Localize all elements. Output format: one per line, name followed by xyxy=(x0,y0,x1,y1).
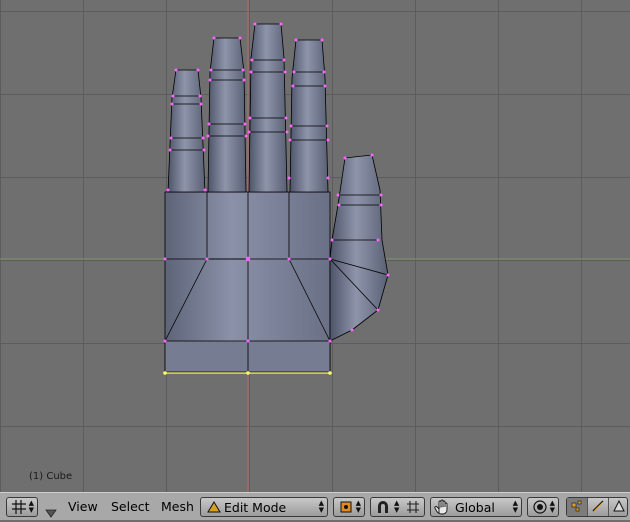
target-circle-icon xyxy=(532,499,548,518)
orientation-value: Global xyxy=(455,500,495,515)
mode-value: Edit Mode xyxy=(224,500,287,515)
updown-arrows-icon: ▲ ▼ xyxy=(512,499,518,514)
menu-view[interactable]: View xyxy=(65,498,101,516)
edit-mode-triangle-icon xyxy=(207,500,221,517)
triangle-down-icon[interactable] xyxy=(45,503,57,522)
updown-arrows-icon: ▲ ▼ xyxy=(28,499,34,514)
select-mode-group xyxy=(566,497,628,517)
proportional-edit-group[interactable]: ▲ ▼ xyxy=(370,497,425,517)
hand-mesh[interactable] xyxy=(164,23,389,374)
vertex-select-button[interactable] xyxy=(567,498,587,516)
face-select-icon xyxy=(612,499,626,516)
mesh-canvas[interactable] xyxy=(0,0,630,492)
updown-arrows-icon: ▲ ▼ xyxy=(355,499,361,514)
finger-ring xyxy=(207,37,247,193)
proportional-edit-icon xyxy=(405,499,421,518)
layer-button[interactable]: ▲ ▼ xyxy=(527,497,559,517)
face-select-button[interactable] xyxy=(608,498,629,516)
wrist-band xyxy=(164,340,331,373)
menu-select[interactable]: Select xyxy=(108,498,153,516)
hand-manipulator-icon xyxy=(434,499,452,518)
edge-select-button[interactable] xyxy=(587,498,608,516)
magnet-icon xyxy=(375,499,391,518)
updown-arrows-icon: ▲ ▼ xyxy=(318,499,324,514)
pivot-point-icon xyxy=(338,499,354,518)
editor-type-button[interactable]: ▲ ▼ xyxy=(6,497,38,517)
edge-select-icon xyxy=(591,499,605,516)
pivot-point-button[interactable]: ▲ ▼ xyxy=(333,497,365,517)
vertex-select-icon xyxy=(570,499,584,516)
updown-arrows-icon: ▲ ▼ xyxy=(394,499,400,514)
3d-viewport[interactable]: (1) Cube xyxy=(0,0,630,492)
orientation-dropdown[interactable]: Global ▲ ▼ xyxy=(430,497,522,517)
mode-dropdown[interactable]: Edit Mode ▲ ▼ xyxy=(200,497,328,517)
3d-view-header: ▲ ▼ View Select Mesh Edit Mode ▲ ▼ ▲ ▼ ▲ ▼ xyxy=(0,492,630,520)
updown-arrows-icon: ▲ ▼ xyxy=(549,499,555,514)
finger-pinky xyxy=(167,69,206,193)
grid-editor-icon xyxy=(11,499,27,518)
object-label: (1) Cube xyxy=(29,471,73,482)
finger-index xyxy=(289,39,329,193)
finger-thumb xyxy=(329,154,389,342)
finger-middle xyxy=(248,23,288,193)
menu-mesh[interactable]: Mesh xyxy=(158,498,197,516)
